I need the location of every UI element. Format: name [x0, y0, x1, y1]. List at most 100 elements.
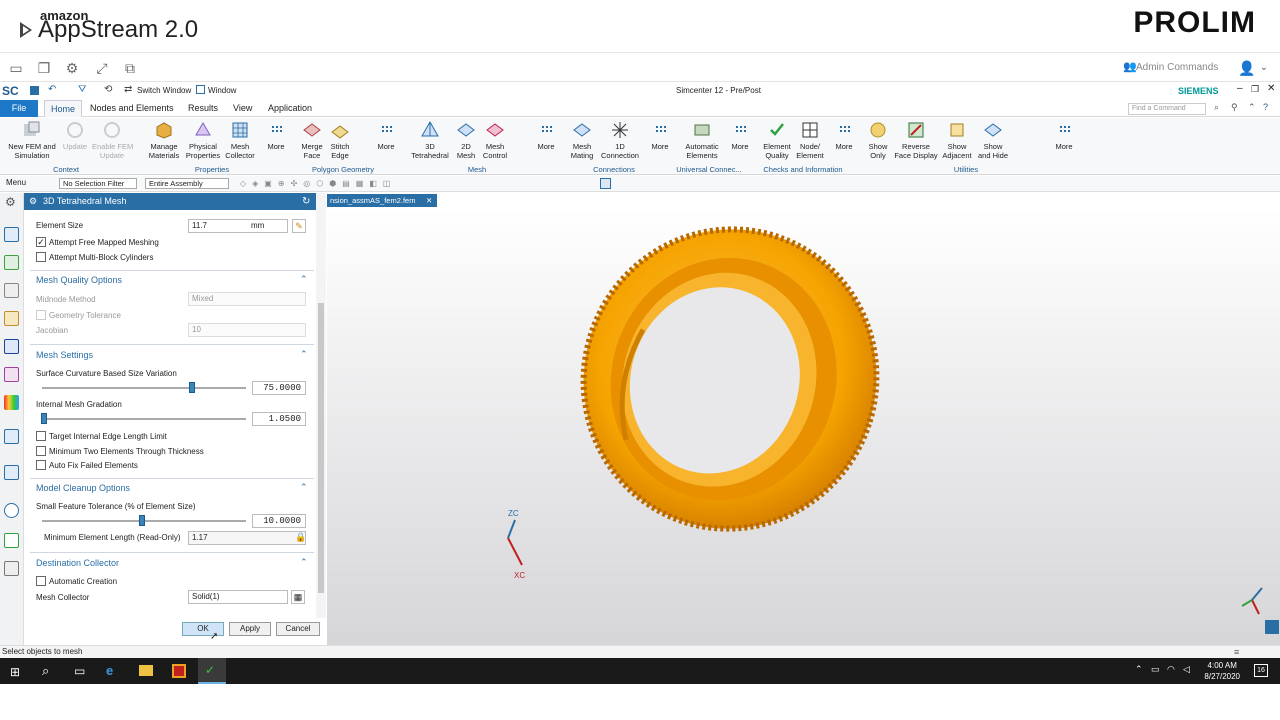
more-checks-button[interactable]: More: [830, 120, 858, 152]
apply-button[interactable]: Apply: [229, 622, 271, 636]
history-icon[interactable]: [4, 503, 19, 518]
chevron-up-icon[interactable]: ⌃: [1135, 664, 1143, 675]
fullscreen-icon[interactable]: ⤢: [94, 60, 110, 76]
show-and-hide-button[interactable]: Show and Hide: [976, 120, 1010, 160]
target-edge-checkbox[interactable]: [36, 431, 46, 441]
gradation-input[interactable]: 1.0500: [252, 412, 306, 426]
selection-tools-icons[interactable]: ◇◈▣⊕✣◎⬡⬢▤▦◧◫: [240, 179, 600, 188]
wifi-icon[interactable]: ◠: [1167, 664, 1175, 675]
curvature-slider-handle[interactable]: [189, 382, 195, 393]
mesh-collector-dropdown[interactable]: Solid(1): [188, 590, 288, 604]
3d-tetrahedral-button[interactable]: 3D Tetrahedral: [408, 120, 452, 160]
multiblock-checkbox[interactable]: [36, 252, 46, 262]
geometry-tolerance-checkbox[interactable]: [36, 310, 46, 320]
destination-collector-header[interactable]: Destination Collector: [36, 558, 119, 568]
part-navigator-icon[interactable]: [4, 283, 19, 298]
gradation-slider-handle[interactable]: [41, 413, 47, 424]
collapse-icon[interactable]: ⌃: [300, 349, 308, 360]
snap-icon[interactable]: [600, 178, 611, 189]
element-quality-button[interactable]: Element Quality: [760, 120, 794, 160]
status-list-icon[interactable]: ≡: [1234, 646, 1239, 658]
assembly-navigator-icon[interactable]: [4, 255, 19, 270]
mesh-settings-header[interactable]: Mesh Settings: [36, 350, 93, 360]
tab-results[interactable]: Results: [182, 100, 224, 117]
window-menu[interactable]: Window: [208, 86, 236, 95]
dialog-scrollbar[interactable]: [316, 193, 326, 618]
collapse-icon[interactable]: ⌃: [300, 482, 308, 493]
help-icon[interactable]: ?: [1263, 102, 1268, 112]
reset-icon[interactable]: ↻: [302, 193, 310, 210]
1d-connection-button[interactable]: 1D Connection: [600, 120, 640, 160]
free-mapped-checkbox[interactable]: ✓: [36, 237, 46, 247]
more-universal-button[interactable]: More: [726, 120, 754, 152]
repeat-icon[interactable]: ⟲: [104, 84, 112, 95]
more-mesh-button[interactable]: More: [532, 120, 560, 152]
size-assistant-icon[interactable]: ✎: [292, 219, 306, 233]
copy-icon[interactable]: ❐: [36, 60, 52, 76]
automatic-creation-checkbox[interactable]: [36, 576, 46, 586]
windows-start-icon[interactable]: ⊞: [10, 665, 20, 679]
more-utilities-button[interactable]: More: [1050, 120, 1078, 152]
tab-home[interactable]: Home: [44, 100, 83, 117]
simcenter-taskbar-button[interactable]: ✓: [198, 658, 226, 684]
graphics-window[interactable]: ZC XC: [327, 208, 1280, 645]
touch-mode-icon[interactable]: ⚲: [1231, 102, 1238, 113]
mesh-control-button[interactable]: Mesh Control: [480, 120, 510, 160]
select-icon[interactable]: ⛛: [78, 84, 86, 95]
admin-commands-button[interactable]: Admin Commands: [1136, 62, 1218, 73]
undo-icon[interactable]: ↶: [48, 84, 56, 95]
midnode-dropdown[interactable]: Mixed: [188, 292, 306, 306]
more-properties-button[interactable]: More: [262, 120, 290, 152]
collapse-icon[interactable]: ⌃: [300, 557, 308, 568]
mesh-collector-button[interactable]: Mesh Collector: [224, 120, 256, 160]
stitch-edge-button[interactable]: Stitch Edge: [326, 120, 354, 160]
chevron-down-icon[interactable]: ⌄: [1256, 60, 1272, 76]
cancel-button[interactable]: Cancel: [276, 622, 320, 636]
gear-icon[interactable]: ⚙: [5, 195, 16, 209]
network-icon[interactable]: ▭: [1151, 664, 1160, 675]
roles-icon[interactable]: [4, 429, 19, 444]
jacobian-input[interactable]: 10: [188, 323, 306, 337]
tab-file[interactable]: File: [0, 100, 38, 117]
element-size-input[interactable]: 11.7 mm: [188, 219, 288, 233]
merge-face-button[interactable]: Merge Face: [298, 120, 326, 160]
small-feature-input[interactable]: 10.0000: [252, 514, 306, 528]
screens-icon[interactable]: ⧉: [122, 60, 138, 76]
file-explorer-icon[interactable]: [139, 665, 153, 676]
results-icon[interactable]: [4, 395, 19, 410]
fem-navigator-icon[interactable]: [4, 367, 19, 382]
restore-icon[interactable]: ❐: [1251, 84, 1259, 95]
navigator-icon[interactable]: [4, 227, 19, 242]
search-icon[interactable]: ⌕: [1214, 102, 1219, 113]
folder-icon[interactable]: ▭: [8, 60, 24, 76]
show-only-button[interactable]: Show Only: [864, 120, 892, 160]
new-fem-button[interactable]: New FEM and Simulation: [6, 120, 58, 160]
tab-application[interactable]: Application: [262, 100, 318, 117]
2d-mesh-button[interactable]: 2D Mesh: [452, 120, 480, 160]
element-size-unit[interactable]: mm: [251, 220, 264, 232]
cleanup-header[interactable]: Model Cleanup Options: [36, 483, 130, 493]
gradation-slider-track[interactable]: [42, 418, 246, 420]
view-cube-icon[interactable]: [1265, 620, 1279, 634]
system-materials-icon[interactable]: [4, 533, 19, 548]
system-clock[interactable]: 4:00 AM 8/27/2020: [1204, 660, 1240, 682]
collapse-ribbon-icon[interactable]: ⌃: [1248, 102, 1256, 113]
automatic-elements-button[interactable]: Automatic Elements: [682, 120, 722, 160]
collapse-icon[interactable]: ⌃: [300, 274, 308, 285]
tab-nodes-and-elements[interactable]: Nodes and Elements: [84, 100, 180, 117]
switch-window-button[interactable]: Switch Window: [137, 86, 191, 95]
reverse-face-display-button[interactable]: Reverse Face Display: [892, 120, 940, 160]
assembly-scope-dropdown[interactable]: Entire Assembly: [145, 178, 229, 189]
scrollbar-thumb[interactable]: [318, 303, 324, 593]
mesh-quality-header[interactable]: Mesh Quality Options: [36, 275, 122, 285]
more-polygon-button[interactable]: More: [372, 120, 400, 152]
save-icon[interactable]: [30, 86, 39, 95]
web-browser-icon[interactable]: [4, 465, 19, 480]
more-connections-button[interactable]: More: [646, 120, 674, 152]
auto-fix-checkbox[interactable]: [36, 460, 46, 470]
tab-view[interactable]: View: [227, 100, 258, 117]
search-icon[interactable]: ⌕: [42, 663, 49, 679]
task-view-icon[interactable]: ▭: [74, 664, 85, 678]
mesh-collector-create-icon[interactable]: ▦: [291, 590, 305, 604]
minimize-icon[interactable]: –: [1237, 83, 1243, 94]
